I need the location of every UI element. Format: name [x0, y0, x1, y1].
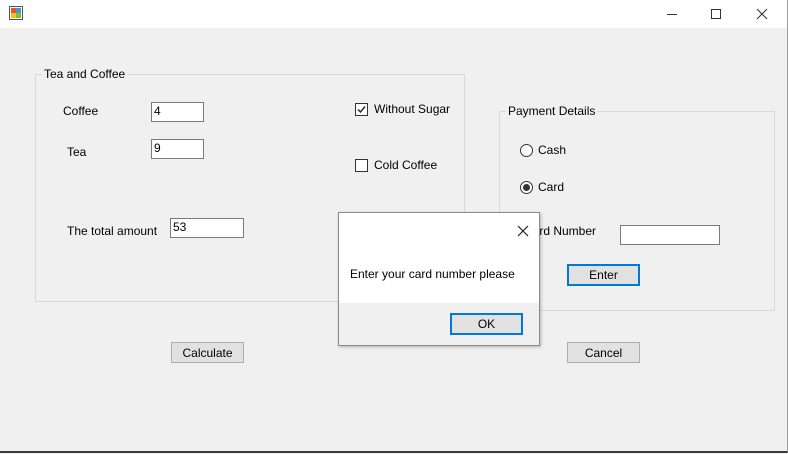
payment-details-group-title: Payment Details — [506, 104, 598, 118]
card-label[interactable]: Card — [538, 180, 564, 194]
tea-quantity-input[interactable]: 9 — [151, 139, 204, 159]
title-bar — [0, 0, 787, 28]
dialog-close-button[interactable] — [513, 221, 533, 241]
close-button[interactable] — [740, 0, 784, 28]
message-dialog: Enter your card number please OK — [338, 212, 540, 346]
cold-coffee-label[interactable]: Cold Coffee — [374, 158, 437, 172]
tea-coffee-group-title: Tea and Coffee — [42, 67, 128, 81]
coffee-label: Coffee — [63, 104, 99, 118]
maximize-icon — [711, 9, 721, 19]
tea-label: Tea — [67, 145, 87, 159]
minimize-button[interactable] — [650, 0, 694, 28]
checkmark-icon — [357, 106, 366, 114]
calculate-button[interactable]: Calculate — [171, 342, 244, 363]
card-number-input[interactable] — [620, 225, 720, 245]
cash-label[interactable]: Cash — [538, 143, 566, 157]
without-sugar-label[interactable]: Without Sugar — [374, 102, 450, 116]
dialog-message: Enter your card number please — [350, 267, 515, 281]
total-amount-field[interactable]: 53 — [170, 218, 244, 238]
coffee-quantity-input[interactable]: 4 — [151, 102, 204, 122]
minimize-icon — [667, 14, 677, 15]
total-amount-label: The total amount — [67, 224, 158, 238]
without-sugar-checkbox[interactable] — [355, 103, 368, 116]
dialog-footer: OK — [339, 303, 539, 345]
cold-coffee-checkbox[interactable] — [355, 159, 368, 172]
close-icon — [756, 8, 768, 20]
card-radio[interactable] — [520, 181, 533, 194]
cash-radio[interactable] — [520, 144, 533, 157]
app-icon — [9, 6, 23, 20]
cancel-button[interactable]: Cancel — [567, 342, 640, 363]
radio-selected-dot — [523, 184, 530, 191]
ok-button[interactable]: OK — [450, 313, 523, 335]
maximize-button[interactable] — [694, 0, 738, 28]
enter-button[interactable]: Enter — [567, 264, 640, 286]
main-window: Tea and Coffee Coffee 4 Tea 9 The total … — [0, 0, 788, 453]
close-icon — [517, 225, 529, 237]
